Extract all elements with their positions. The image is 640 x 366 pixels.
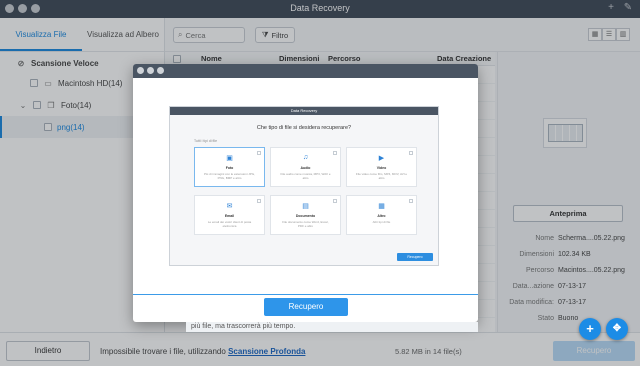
modal-zoom-button[interactable]	[157, 67, 164, 74]
card-desc: Altri tipi di file	[372, 220, 391, 224]
document-icon: ▤	[302, 203, 309, 210]
card-name: Altro	[377, 214, 386, 218]
music-icon: ♫	[302, 154, 309, 161]
inner-all-types: Tutti i tipi di file	[194, 139, 218, 143]
card-video: ▶ Video File video come film, MP4, MOV, …	[346, 147, 417, 187]
card-desc: Più di immagini con le estensioni JPG, P…	[203, 172, 256, 180]
card-name: Email	[224, 214, 235, 218]
card-desc: File documento come Word, Excel, PDF e a…	[282, 220, 329, 228]
modal-close-button[interactable]	[137, 67, 144, 74]
card-desc: File video come film, MP4, MOV, AVI e al…	[355, 172, 408, 180]
other-files-icon: ▦	[378, 203, 385, 210]
card-foto: ▣ Foto Più di immagini con le estensioni…	[194, 147, 265, 187]
modal-divider	[133, 294, 478, 295]
card-documento: ▤ Documento File documento come Word, Ex…	[270, 195, 341, 235]
inner-title: Data Recovery	[290, 108, 318, 113]
email-icon: ✉	[226, 203, 233, 210]
inner-titlebar: Data Recovery	[170, 107, 438, 115]
inner-recover-button: Recupero	[397, 253, 433, 261]
gamepad-icon[interactable]: ✥	[606, 318, 628, 340]
card-name: Audio	[300, 166, 311, 170]
card-altro: ▦ Altro Altri tipi di file	[346, 195, 417, 235]
deep-scan-tooltip: più file, ma trascorrerà più tempo.	[186, 322, 478, 332]
tutorial-modal: Data Recovery Che tipo di file si deside…	[133, 64, 478, 322]
modal-recover-button[interactable]: Recupero	[264, 298, 348, 316]
modal-titlebar	[133, 64, 478, 78]
card-name: Foto	[225, 166, 234, 170]
card-name: Video	[376, 166, 387, 170]
card-audio: ♫ Audio File audio come musica, MP3, WAV…	[270, 147, 341, 187]
inner-question: Che tipo di file si desidera recuperare?	[256, 125, 352, 131]
card-email: ✉ Email Le email dei vostri client di po…	[194, 195, 265, 235]
card-desc: Le email dei vostri client di posta elet…	[207, 220, 252, 228]
photo-icon: ▣	[226, 155, 233, 162]
video-icon: ▶	[378, 155, 385, 162]
file-type-screenshot: Data Recovery Che tipo di file si deside…	[169, 106, 439, 266]
card-desc: File audio come musica, MP3, WAV e altro	[280, 172, 331, 180]
add-plus-icon[interactable]: +	[579, 318, 601, 340]
card-name: Documento	[295, 214, 316, 218]
modal-minimize-button[interactable]	[147, 67, 154, 74]
